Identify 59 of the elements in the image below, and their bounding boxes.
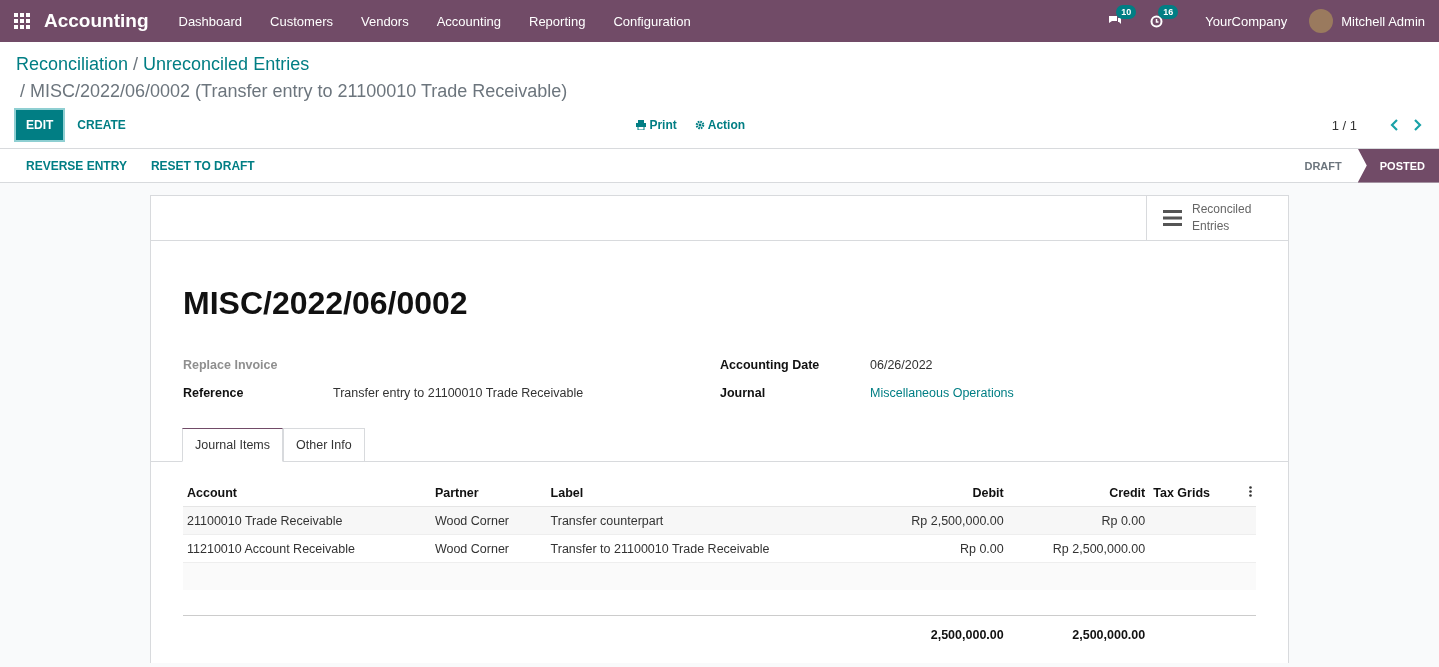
menu-item[interactable]: Accounting bbox=[422, 13, 515, 29]
field-value: Transfer entry to 21100010 Trade Receivable bbox=[333, 386, 585, 400]
column-header[interactable]: Debit bbox=[866, 480, 1008, 507]
column-header[interactable]: Account bbox=[183, 480, 431, 507]
print-link[interactable]: Print bbox=[636, 118, 677, 132]
table-cell: Rp 0.00 bbox=[1007, 506, 1150, 535]
table-cell: Transfer counterpart bbox=[546, 506, 867, 535]
menu-item[interactable]: Dashboard bbox=[164, 13, 257, 29]
status-stage[interactable]: DRAFT bbox=[1288, 148, 1358, 183]
column-header[interactable]: Tax Grids bbox=[1149, 480, 1241, 507]
entry-title: MISC/2022/06/0002 bbox=[183, 285, 469, 322]
table-cell: Transfer to 21100010 Trade Receivable bbox=[546, 534, 867, 563]
header-action-button[interactable]: RESET TO DRAFT bbox=[138, 158, 267, 173]
action-link[interactable]: Action bbox=[694, 118, 746, 132]
pager-counter: 1 / 1 bbox=[1331, 117, 1357, 133]
field-label: Reference bbox=[183, 386, 245, 400]
activity-count-badge: 16 bbox=[1158, 4, 1179, 19]
table-cell: Rp 2,500,000.00 bbox=[1007, 534, 1150, 563]
table-cell: Rp 2,500,000.00 bbox=[866, 506, 1008, 535]
table-cell: Wood Corner bbox=[430, 534, 547, 563]
menu-item[interactable]: Reporting bbox=[515, 13, 600, 29]
form-tab[interactable]: Other Info bbox=[283, 428, 365, 462]
status-stage[interactable]: POSTED bbox=[1357, 148, 1439, 183]
create-button[interactable]: CREATE bbox=[67, 110, 136, 140]
user-name[interactable]: Mitchell Admin bbox=[1341, 13, 1425, 29]
column-header[interactable]: Credit bbox=[1007, 480, 1150, 507]
total-cell: 2,500,000.00 bbox=[1007, 615, 1150, 654]
table-cell: 21100010 Trade Receivable bbox=[183, 506, 431, 535]
header-action-button[interactable]: REVERSE ENTRY bbox=[14, 158, 139, 173]
more-options-icon[interactable] bbox=[1249, 486, 1252, 497]
form-tab[interactable]: Journal Items bbox=[182, 428, 284, 462]
edit-button[interactable]: EDIT bbox=[16, 110, 64, 140]
menu-item[interactable]: Configuration bbox=[599, 13, 705, 29]
breadcrumb-link[interactable]: Unreconciled Entries bbox=[143, 54, 310, 75]
column-header[interactable]: Label bbox=[546, 480, 867, 507]
table-cell: Rp 0.00 bbox=[866, 534, 1008, 563]
table-cell: Wood Corner bbox=[430, 506, 547, 535]
clock-icon[interactable] bbox=[1150, 14, 1164, 28]
apps-grid-icon[interactable] bbox=[14, 13, 30, 29]
menu-item[interactable]: Vendors bbox=[346, 13, 423, 29]
total-cell: 2,500,000.00 bbox=[866, 615, 1008, 654]
menu-item[interactable]: Customers bbox=[256, 13, 347, 29]
previous-icon[interactable] bbox=[1389, 118, 1401, 132]
breadcrumb-separator: / bbox=[133, 54, 139, 75]
breadcrumb-link[interactable]: Reconciliation bbox=[16, 54, 129, 75]
list-icon bbox=[1163, 210, 1182, 226]
next-icon[interactable] bbox=[1411, 118, 1423, 132]
breadcrumb-current: / MISC/2022/06/0002 (Transfer entry to 21100010 Trade Receivable) bbox=[20, 81, 569, 102]
message-count-badge: 10 bbox=[1116, 5, 1137, 19]
field-value: 06/26/2022 bbox=[870, 358, 934, 372]
field-label: Accounting Date bbox=[720, 358, 821, 372]
field-label: Journal bbox=[720, 386, 767, 400]
table-cell: 11210010 Account Receivable bbox=[183, 534, 431, 563]
column-header[interactable]: Partner bbox=[430, 480, 547, 507]
app-name: Accounting bbox=[44, 10, 149, 32]
field-link[interactable]: Miscellaneous Operations bbox=[870, 386, 1256, 400]
print-icon bbox=[636, 120, 647, 130]
company-name[interactable]: YourCompany bbox=[1205, 13, 1288, 29]
gear-icon bbox=[694, 120, 705, 130]
